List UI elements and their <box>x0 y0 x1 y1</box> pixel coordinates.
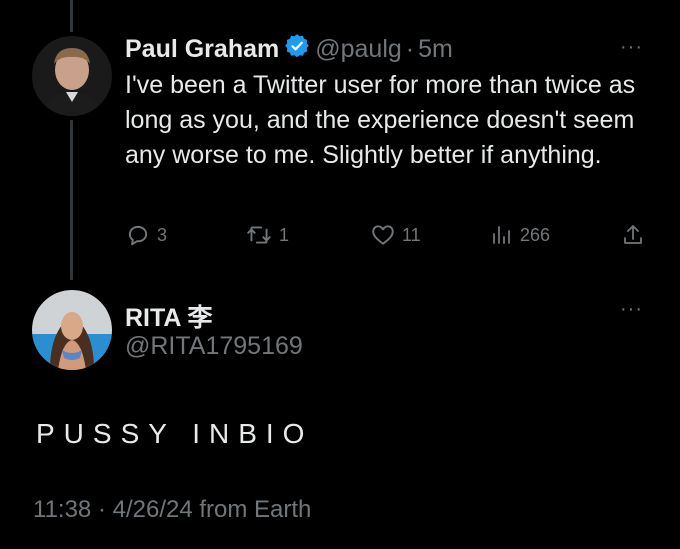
more-options-button[interactable]: ··· <box>620 298 643 321</box>
like-button[interactable]: 11 <box>370 222 421 248</box>
tweet-actions: 3 1 11 266 <box>125 222 655 252</box>
views-button[interactable]: 266 <box>490 222 550 248</box>
avatar[interactable] <box>32 36 112 116</box>
more-options-button[interactable]: ··· <box>620 36 643 59</box>
thread-line-top <box>70 0 73 32</box>
timestamp[interactable]: 5m <box>418 35 453 64</box>
author-handle[interactable]: @paulg <box>315 35 402 64</box>
tweet-text: PUSSY INBIO <box>36 418 314 449</box>
views-icon <box>493 226 510 244</box>
separator-dot: · <box>405 35 415 63</box>
like-icon <box>372 225 394 245</box>
share-icon <box>624 225 642 244</box>
author-name[interactable]: RITA 李 <box>125 298 213 334</box>
author-name[interactable]: Paul Graham <box>125 35 279 64</box>
tweet-text: I've been a Twitter user for more than t… <box>125 71 636 169</box>
avatar[interactable] <box>32 290 112 370</box>
retweet-button[interactable]: 1 <box>245 222 289 248</box>
verified-badge-icon <box>285 34 310 65</box>
share-button[interactable] <box>621 222 651 248</box>
views-count: 266 <box>520 224 551 245</box>
author-handle[interactable]: @RITA1795169 <box>125 332 303 361</box>
retweet-count: 1 <box>279 224 290 245</box>
reply-icon <box>128 225 148 246</box>
reply-button[interactable]: 3 <box>125 222 167 248</box>
retweet-icon <box>247 226 271 244</box>
tweet-header: Paul Graham @paulg · 5m <box>125 34 453 65</box>
reply-count: 3 <box>157 224 168 245</box>
thread-line <box>70 120 73 280</box>
like-count: 11 <box>402 224 421 245</box>
tweet-timestamp[interactable]: 11:38 · 4/26/24 from Earth <box>33 496 311 524</box>
